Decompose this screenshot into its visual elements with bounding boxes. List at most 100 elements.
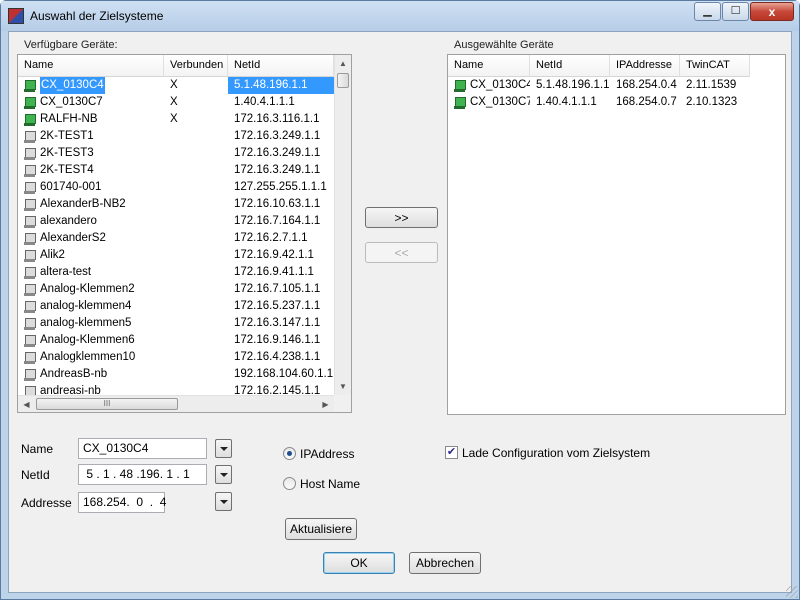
device-name-cell: CX_0130C4 xyxy=(18,77,164,94)
selected-devices-list[interactable]: Name NetId IPAddresse TwinCAT CX_0130C4 5.1.… xyxy=(447,54,786,415)
maximize-button[interactable]: ☐ xyxy=(722,2,749,21)
load-config-checkbox[interactable]: ✔ xyxy=(445,446,458,459)
refresh-button[interactable]: Aktualisiere xyxy=(285,518,357,540)
selected-devices-label: Ausgewählte Geräte xyxy=(454,39,554,51)
list-item[interactable]: altera-test 172.16.9.41.1.1 xyxy=(18,264,334,281)
host-name-radio[interactable] xyxy=(283,477,296,490)
available-devices-list[interactable]: Name Verbunden NetId CX_0130C4 X 5.1.48.196.… xyxy=(17,54,352,413)
vertical-scrollbar[interactable]: ▲ ▼ xyxy=(334,55,351,395)
scroll-right-icon[interactable]: ▶ xyxy=(317,396,334,412)
list-item[interactable]: analog-klemmen5 172.16.3.147.1.1 xyxy=(18,315,334,332)
column-header[interactable]: TwinCAT xyxy=(680,55,750,77)
list-item[interactable]: Analogklemmen10 172.16.4.238.1.1 xyxy=(18,349,334,366)
list-item[interactable]: 2K-TEST4 172.16.3.249.1.1 xyxy=(18,162,334,179)
list-item[interactable]: CX_0130C4 5.1.48.196.1.1 168.254.0.4 2.11.1… xyxy=(448,77,750,94)
ip-address-radio[interactable] xyxy=(283,447,296,460)
host-name-radio-label[interactable]: Host Name xyxy=(300,477,360,491)
list-item[interactable]: 601740-001 127.255.255.1.1.1 xyxy=(18,179,334,196)
table-cell xyxy=(164,145,228,162)
ip-address-radio-label[interactable]: IPAddress xyxy=(300,447,354,461)
column-header[interactable]: Name xyxy=(18,55,164,77)
list-item[interactable]: RALFH-NB X 172.16.3.116.1.1 xyxy=(18,111,334,128)
device-offline-icon xyxy=(24,147,36,160)
column-header[interactable]: IPAddresse xyxy=(610,55,680,77)
device-name-cell: CX_0130C4 xyxy=(448,77,530,94)
horizontal-scrollbar[interactable]: ◀ III ▶ xyxy=(18,395,334,412)
table-cell xyxy=(164,332,228,349)
scroll-left-icon[interactable]: ◀ xyxy=(18,396,35,412)
device-name-cell: Alik2 xyxy=(18,247,164,264)
list-rows: CX_0130C4 X 5.1.48.196.1.1 CX_0130C7 X 1.40.4… xyxy=(18,77,334,400)
list-item[interactable]: 2K-TEST1 172.16.3.249.1.1 xyxy=(18,128,334,145)
list-header: Name Verbunden NetId xyxy=(18,55,334,77)
column-header[interactable]: Verbunden xyxy=(164,55,228,77)
device-name-cell: AlexanderB-NB2 xyxy=(18,196,164,213)
list-item[interactable]: Analog-Klemmen6 172.16.9.146.1.1 xyxy=(18,332,334,349)
list-item[interactable]: CX_0130C7 X 1.40.4.1.1.1 xyxy=(18,94,334,111)
table-cell: 172.16.3.249.1.1 xyxy=(234,130,321,142)
remove-device-button[interactable]: << xyxy=(365,242,438,263)
scroll-down-icon[interactable]: ▼ xyxy=(335,378,351,395)
list-item[interactable]: alexandero 172.16.7.164.1.1 xyxy=(18,213,334,230)
table-cell xyxy=(164,179,228,196)
window-title: Auswahl der Zielsysteme xyxy=(30,9,164,23)
resize-grip[interactable] xyxy=(786,586,798,598)
table-cell: 172.16.10.63.1.1 xyxy=(234,198,321,210)
list-item[interactable]: AlexanderS2 172.16.2.7.1.1 xyxy=(18,230,334,247)
list-item[interactable]: Analog-Klemmen2 172.16.7.105.1.1 xyxy=(18,281,334,298)
table-cell xyxy=(164,247,228,264)
device-name-cell: Analog-Klemmen6 xyxy=(18,332,164,349)
list-item[interactable]: CX_0130C7 1.40.4.1.1.1 168.254.0.7 2.10.132… xyxy=(448,94,750,111)
table-cell: 172.16.9.146.1.1 xyxy=(234,334,321,346)
table-cell xyxy=(164,230,228,247)
device-offline-icon xyxy=(24,334,36,347)
list-item[interactable]: analog-klemmen4 172.16.5.237.1.1 xyxy=(18,298,334,315)
load-config-label[interactable]: Lade Configuration vom Zielsystem xyxy=(462,446,650,460)
table-cell: 1.40.4.1.1.1 xyxy=(536,96,597,108)
column-header[interactable]: Name xyxy=(448,55,530,77)
chevron-down-icon[interactable] xyxy=(215,492,232,511)
device-offline-icon xyxy=(24,317,36,330)
list-item[interactable]: CX_0130C4 X 5.1.48.196.1.1 xyxy=(18,77,334,94)
list-item[interactable]: 2K-TEST3 172.16.3.249.1.1 xyxy=(18,145,334,162)
table-cell: 172.16.9.42.1.1 xyxy=(234,249,314,261)
cancel-button[interactable]: Abbrechen xyxy=(409,552,481,574)
close-button[interactable]: x xyxy=(750,2,794,21)
table-cell: X xyxy=(170,96,178,108)
list-item[interactable]: Alik2 172.16.9.42.1.1 xyxy=(18,247,334,264)
chevron-down-icon[interactable] xyxy=(215,465,232,484)
scroll-thumb-horizontal[interactable]: III xyxy=(36,398,178,410)
title-bar[interactable]: Auswahl der Zielsysteme ▁ ☐ x xyxy=(1,1,799,31)
device-name-cell: Analogklemmen10 xyxy=(18,349,164,366)
column-header[interactable]: NetId xyxy=(530,55,610,77)
device-name: altera-test xyxy=(40,266,92,278)
device-offline-icon xyxy=(24,181,36,194)
device-name: AlexanderS2 xyxy=(40,232,106,244)
table-cell: 2.11.1539 xyxy=(686,79,737,91)
device-name: 601740-001 xyxy=(40,181,102,193)
name-field[interactable]: CX_0130C4 xyxy=(78,438,207,459)
table-cell: 172.16.5.237.1.1 xyxy=(234,300,321,312)
column-header[interactable]: NetId xyxy=(228,55,334,77)
table-cell: 172.16.9.41.1.1 xyxy=(234,266,314,278)
list-item[interactable]: AlexanderB-NB2 172.16.10.63.1.1 xyxy=(18,196,334,213)
list-item[interactable]: AndreasB-nb 192.168.104.60.1.1 xyxy=(18,366,334,383)
scroll-up-icon[interactable]: ▲ xyxy=(335,55,351,72)
chevron-down-icon[interactable] xyxy=(215,439,232,458)
table-cell: 172.16.4.238.1.1 xyxy=(234,351,321,363)
table-cell xyxy=(164,162,228,179)
add-device-button[interactable]: >> xyxy=(365,207,438,228)
address-field[interactable]: 168.254. 0 . 4 xyxy=(78,492,166,513)
list-rows: CX_0130C4 5.1.48.196.1.1 168.254.0.4 2.11.1… xyxy=(448,77,750,111)
table-cell: X xyxy=(170,79,178,91)
device-name-cell: 601740-001 xyxy=(18,179,164,196)
scroll-corner xyxy=(334,395,351,412)
netid-label: NetId xyxy=(21,468,50,482)
table-cell xyxy=(164,298,228,315)
ok-button[interactable]: OK xyxy=(323,552,395,574)
minimize-button[interactable]: ▁ xyxy=(694,2,721,21)
netid-field[interactable]: 5 . 1 . 48 .196. 1 . 1 xyxy=(78,464,207,485)
table-cell: 172.16.3.147.1.1 xyxy=(234,317,321,329)
device-offline-icon xyxy=(24,164,36,177)
scroll-thumb[interactable] xyxy=(337,73,349,88)
